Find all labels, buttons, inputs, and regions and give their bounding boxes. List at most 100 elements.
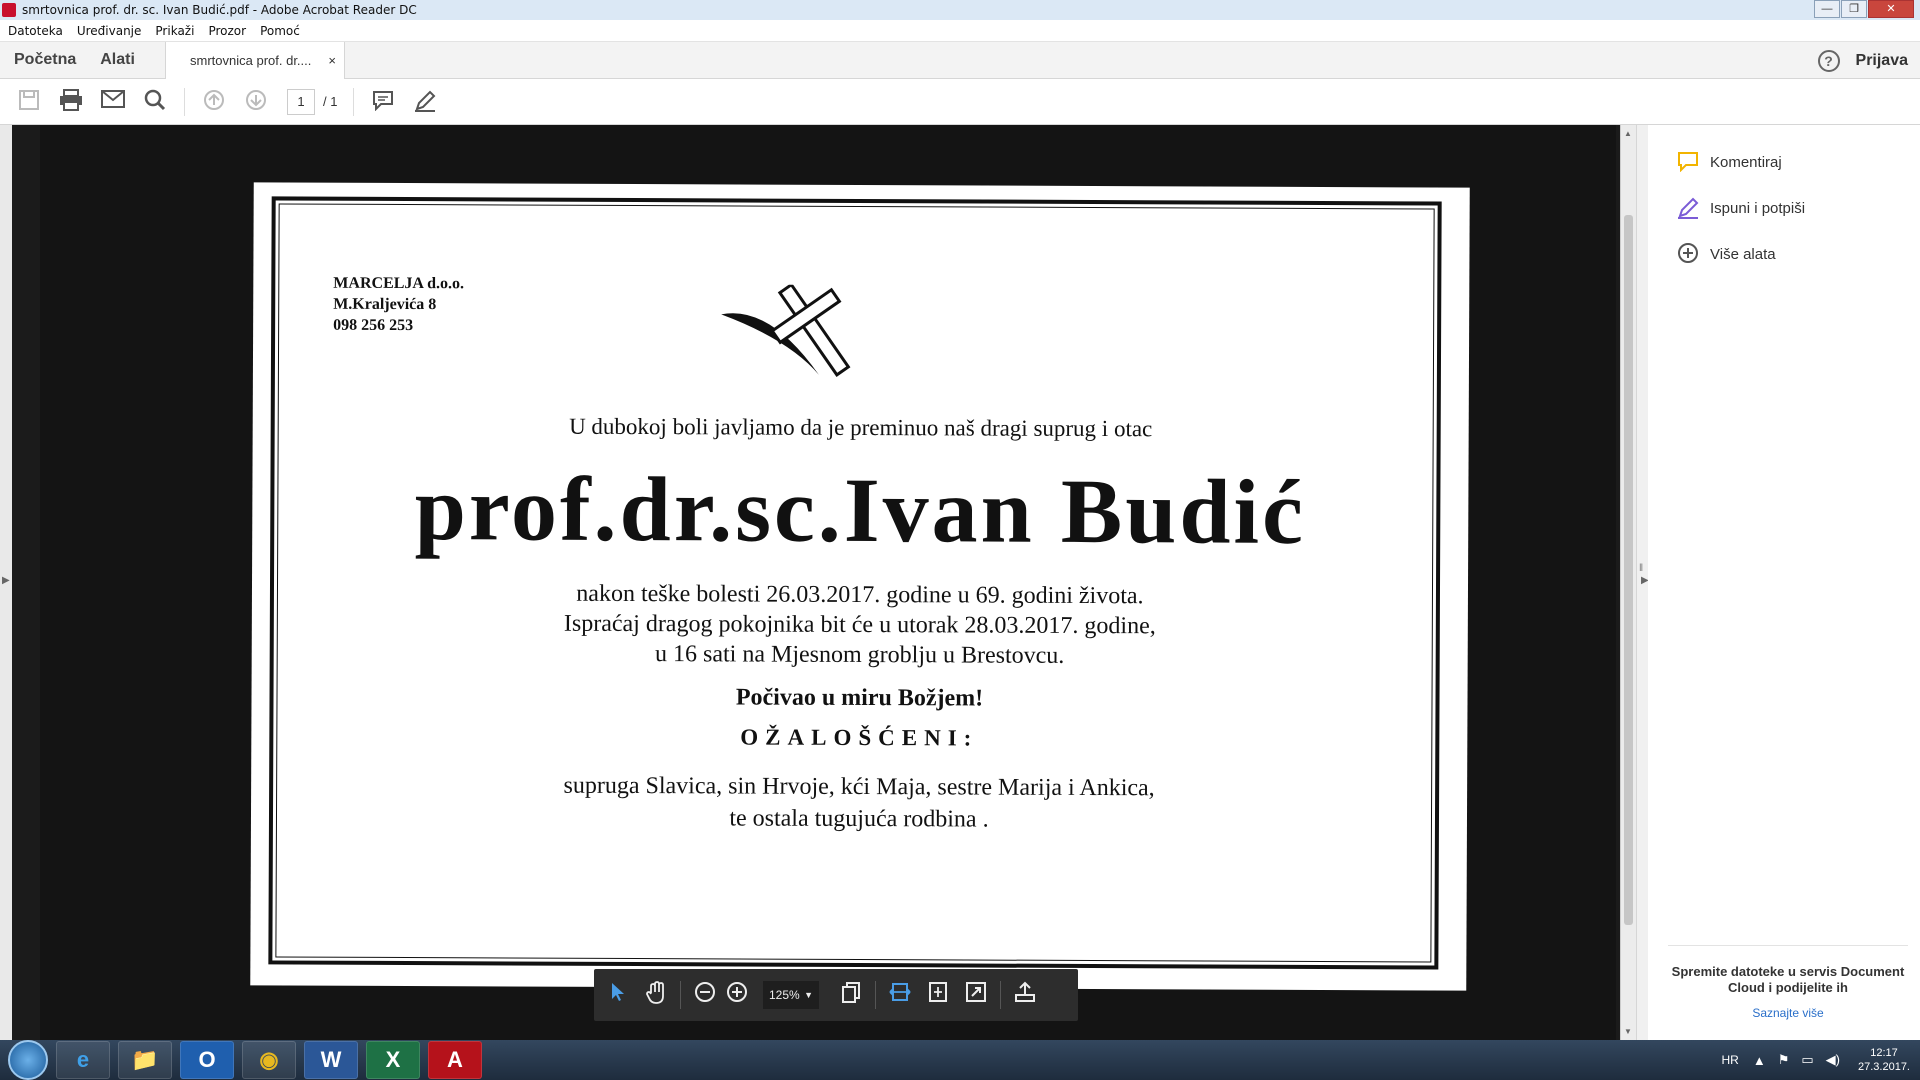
- system-tray: HR ▲ ⚑ ▭ ◀) 12:17 27.3.2017.: [1722, 1040, 1911, 1080]
- details-line: u 16 sati na Mjesnom groblju u Brestovcu…: [654, 641, 1065, 669]
- clock[interactable]: 12:17 27.3.2017.: [1858, 1046, 1910, 1074]
- window-controls: — ❐ ✕: [1813, 0, 1914, 18]
- cross-icon: [719, 282, 879, 390]
- window-title: smrtovnica prof. dr. sc. Ivan Budić.pdf …: [22, 3, 417, 17]
- flag-icon[interactable]: ⚑: [1778, 1052, 1790, 1068]
- mourners-heading: OŽALOŠĆENI:: [740, 724, 979, 751]
- fill-sign-icon: [1676, 196, 1700, 220]
- deceased-name: prof.dr.sc.Ivan Budić: [414, 457, 1307, 563]
- company-phone: 098 256 253: [333, 316, 414, 335]
- document-cloud-promo: Spremite datoteke u servis Document Clou…: [1668, 945, 1908, 1020]
- taskbar-excel[interactable]: X: [366, 1041, 420, 1079]
- document-view[interactable]: ▶ MARCELJA d.o.o. M.Kraljevića 8 098 256…: [0, 125, 1648, 1040]
- menu-datoteka[interactable]: Datoteka: [8, 24, 63, 38]
- full-screen-icon[interactable]: [962, 981, 990, 1009]
- menu-prikazi[interactable]: Prikaži: [155, 24, 194, 38]
- start-button[interactable]: [8, 1040, 48, 1080]
- page-total: / 1: [323, 94, 338, 109]
- toolbar-separator: [184, 87, 185, 116]
- tool-more-tools[interactable]: Više alata: [1676, 242, 1776, 266]
- share-upload-icon[interactable]: [1011, 981, 1039, 1009]
- tool-more-tools-label: Više alata: [1710, 245, 1776, 263]
- comment-icon[interactable]: [370, 89, 396, 115]
- obituary-card: MARCELJA d.o.o. M.Kraljevića 8 098 256 2…: [250, 182, 1470, 991]
- company-address: M.Kraljevića 8: [333, 295, 437, 314]
- main-toolbar: 1 / 1: [0, 79, 1920, 125]
- volume-icon[interactable]: ◀): [1826, 1052, 1840, 1068]
- company-name: MARCELJA d.o.o.: [333, 274, 465, 293]
- clock-date: 27.3.2017.: [1858, 1061, 1910, 1073]
- tab-home[interactable]: Početna: [14, 51, 76, 69]
- scrollbar-thumb[interactable]: [1624, 215, 1633, 925]
- menu-pomoc[interactable]: Pomoć: [260, 24, 300, 38]
- taskbar-outlook[interactable]: O: [180, 1041, 234, 1079]
- zoom-out-icon[interactable]: [691, 981, 719, 1009]
- page-number-input[interactable]: 1: [287, 88, 315, 115]
- family-line: te ostala tugujuća rodbina .: [729, 805, 989, 833]
- learn-more-link[interactable]: Saznajte više: [1668, 1006, 1908, 1020]
- scanned-page: MARCELJA d.o.o. M.Kraljevića 8 098 256 2…: [40, 125, 1616, 1040]
- taskbar-file-explorer[interactable]: 📁: [118, 1041, 172, 1079]
- menu-bar: Datoteka Uređivanje Prikaži Prozor Pomoć: [0, 20, 1920, 42]
- right-pane-splitter[interactable]: ‖ ▶: [1636, 125, 1648, 1040]
- funeral-details: nakon teške bolesti 26.03.2017. godine u…: [252, 577, 1468, 672]
- tray-expand-icon[interactable]: ▲: [1753, 1053, 1766, 1068]
- tab-tools[interactable]: Alati: [100, 51, 135, 69]
- taskbar-chrome[interactable]: ◉: [242, 1041, 296, 1079]
- save-icon[interactable]: [16, 89, 42, 115]
- tool-comment[interactable]: Komentiraj: [1676, 150, 1782, 174]
- next-page-icon[interactable]: [243, 89, 269, 115]
- fit-page-icon[interactable]: [924, 981, 952, 1009]
- toolbar-separator: [875, 981, 876, 1009]
- close-tab-icon[interactable]: ×: [328, 53, 336, 68]
- company-info: MARCELJA d.o.o. M.Kraljevića 8 098 256 2…: [333, 273, 464, 337]
- tool-fill-sign-label: Ispuni i potpiši: [1710, 199, 1806, 217]
- taskbar-word[interactable]: W: [304, 1041, 358, 1079]
- pen-icon[interactable]: [412, 89, 438, 115]
- help-icon[interactable]: ?: [1817, 49, 1840, 72]
- left-pane-collapsed[interactable]: ▶: [0, 125, 12, 1040]
- select-cursor-icon[interactable]: [604, 981, 632, 1009]
- zoom-in-icon[interactable]: [723, 981, 751, 1009]
- intro-text: U dubokoj boli javljamo da je preminuo n…: [569, 413, 1153, 442]
- tool-comment-label: Komentiraj: [1710, 153, 1782, 171]
- windows-taskbar: e 📁 O ◉ W X A HR ▲ ⚑ ▭ ◀) 12:17 27.3.201…: [0, 1040, 1920, 1080]
- language-indicator[interactable]: HR: [1722, 1053, 1739, 1067]
- tab-document[interactable]: smrtovnica prof. dr.... ×: [165, 42, 345, 79]
- hand-tool-icon[interactable]: [642, 981, 670, 1009]
- minimize-button[interactable]: —: [1814, 0, 1840, 18]
- title-bar: smrtovnica prof. dr. sc. Ivan Budić.pdf …: [0, 0, 1920, 20]
- zoom-level-select[interactable]: 125% ▼: [763, 981, 819, 1009]
- rest-in-peace-text: Počivao u miru Božjem!: [735, 684, 984, 712]
- print-icon[interactable]: [58, 88, 84, 115]
- scroll-down-icon[interactable]: ▼: [1624, 1027, 1632, 1036]
- plus-circle-icon: [1676, 242, 1700, 266]
- search-icon[interactable]: [142, 89, 168, 115]
- toolbar-separator: [1000, 981, 1001, 1009]
- previous-page-icon[interactable]: [201, 89, 227, 115]
- vertical-scrollbar[interactable]: ▲ ▼: [1620, 125, 1636, 1040]
- menu-uredivanje[interactable]: Uređivanje: [77, 24, 142, 38]
- tool-fill-sign[interactable]: Ispuni i potpiši: [1676, 196, 1805, 220]
- family-list: supruga Slavica, sin Hrvoje, kći Maja, s…: [251, 768, 1467, 837]
- zoom-level-value: 125%: [769, 988, 800, 1002]
- tools-pane: Komentiraj Ispuni i potpiši Više alata S…: [1648, 125, 1920, 1040]
- signin-link[interactable]: Prijava: [1856, 52, 1908, 70]
- taskbar-internet-explorer[interactable]: e: [56, 1041, 110, 1079]
- email-icon[interactable]: [100, 89, 126, 115]
- taskbar-acrobat[interactable]: A: [428, 1041, 482, 1079]
- page-display-icon[interactable]: [837, 981, 865, 1009]
- maximize-button[interactable]: ❐: [1841, 0, 1867, 18]
- clock-time: 12:17: [1870, 1047, 1898, 1059]
- menu-prozor[interactable]: Prozor: [208, 24, 246, 38]
- fit-width-icon[interactable]: [886, 981, 914, 1009]
- network-icon[interactable]: ▭: [1801, 1052, 1813, 1068]
- scroll-up-icon[interactable]: ▲: [1624, 129, 1632, 138]
- collapse-right-pane-icon[interactable]: ▶: [1641, 575, 1648, 586]
- close-window-button[interactable]: ✕: [1868, 0, 1914, 18]
- floating-toolbar: 125% ▼: [594, 969, 1078, 1021]
- toolbar-separator: [353, 87, 355, 116]
- expand-left-pane-icon[interactable]: ▶: [2, 575, 10, 586]
- splitter-grip-icon[interactable]: ‖: [1639, 563, 1643, 574]
- promo-text: Spremite datoteke u servis Document Clou…: [1671, 964, 1905, 995]
